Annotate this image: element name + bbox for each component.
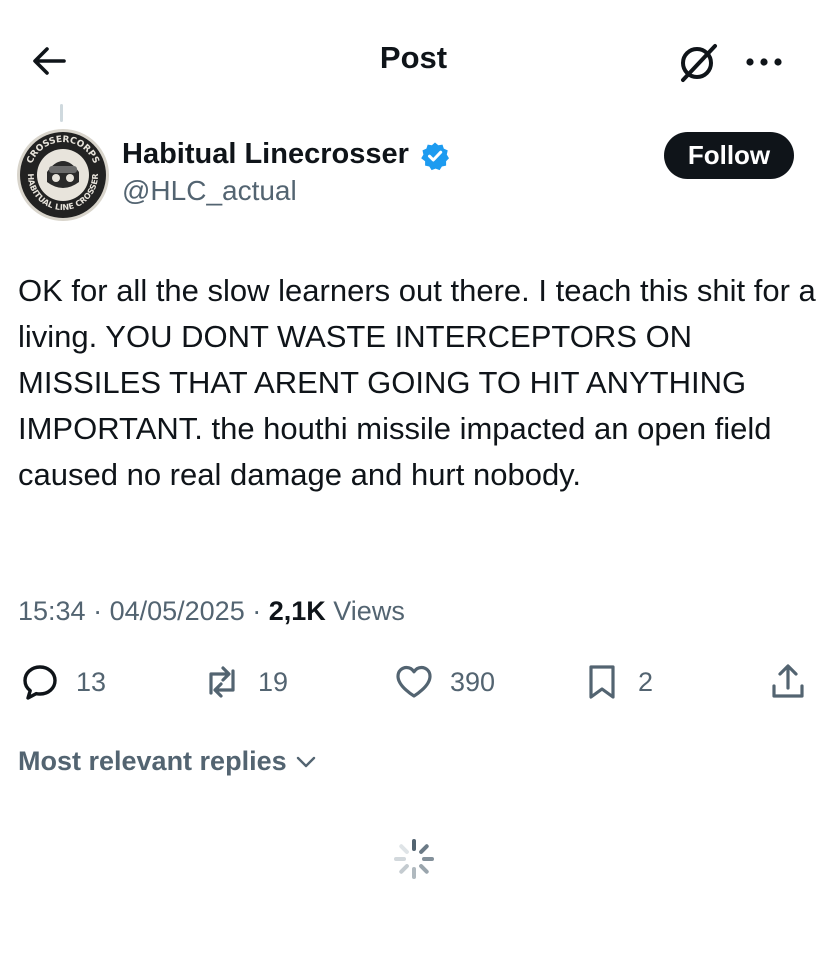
bookmark-button[interactable]: 2 [582,660,653,704]
post-meta: 15:34 · 04/05/2025 · 2,1K Views [18,596,405,627]
replies-sort-label: Most relevant replies [18,746,287,776]
like-count: 390 [450,666,496,697]
views-label: Views [333,596,405,626]
bookmark-count: 2 [638,666,654,697]
avatar[interactable]: CROSSERCORPS HABITUAL LINE CROSSER [16,128,110,222]
share-button[interactable] [768,660,808,704]
heart-icon [396,665,432,698]
meta-separator: · [244,596,269,626]
replies-sort-dropdown[interactable]: Most relevant replies [18,746,319,777]
post-time[interactable]: 15:34 [18,596,86,626]
repost-button[interactable]: 19 [202,660,288,704]
more-options-icon[interactable] [742,48,786,76]
reply-icon [23,665,57,700]
thread-line [60,104,63,122]
repost-icon [209,666,235,698]
repost-count: 19 [258,666,289,697]
share-icon [772,664,804,698]
follow-button[interactable]: Follow [664,132,794,179]
views-count: 2,1K [268,596,326,626]
post-date[interactable]: 04/05/2025 [110,596,245,626]
post-text: OK for all the slow learners out there. … [18,273,816,492]
author-handle[interactable]: @HLC_actual [122,175,297,207]
verified-badge-icon [420,141,450,171]
chevron-down-icon [296,756,315,767]
author-display-name[interactable]: Habitual Linecrosser [122,138,409,171]
grok-icon[interactable] [676,40,720,84]
reply-button[interactable]: 13 [20,660,106,704]
bookmark-icon [589,665,615,699]
reply-count: 13 [76,666,107,697]
meta-separator: · [85,596,110,626]
like-button[interactable]: 390 [394,660,495,704]
loading-spinner-icon [392,837,436,881]
